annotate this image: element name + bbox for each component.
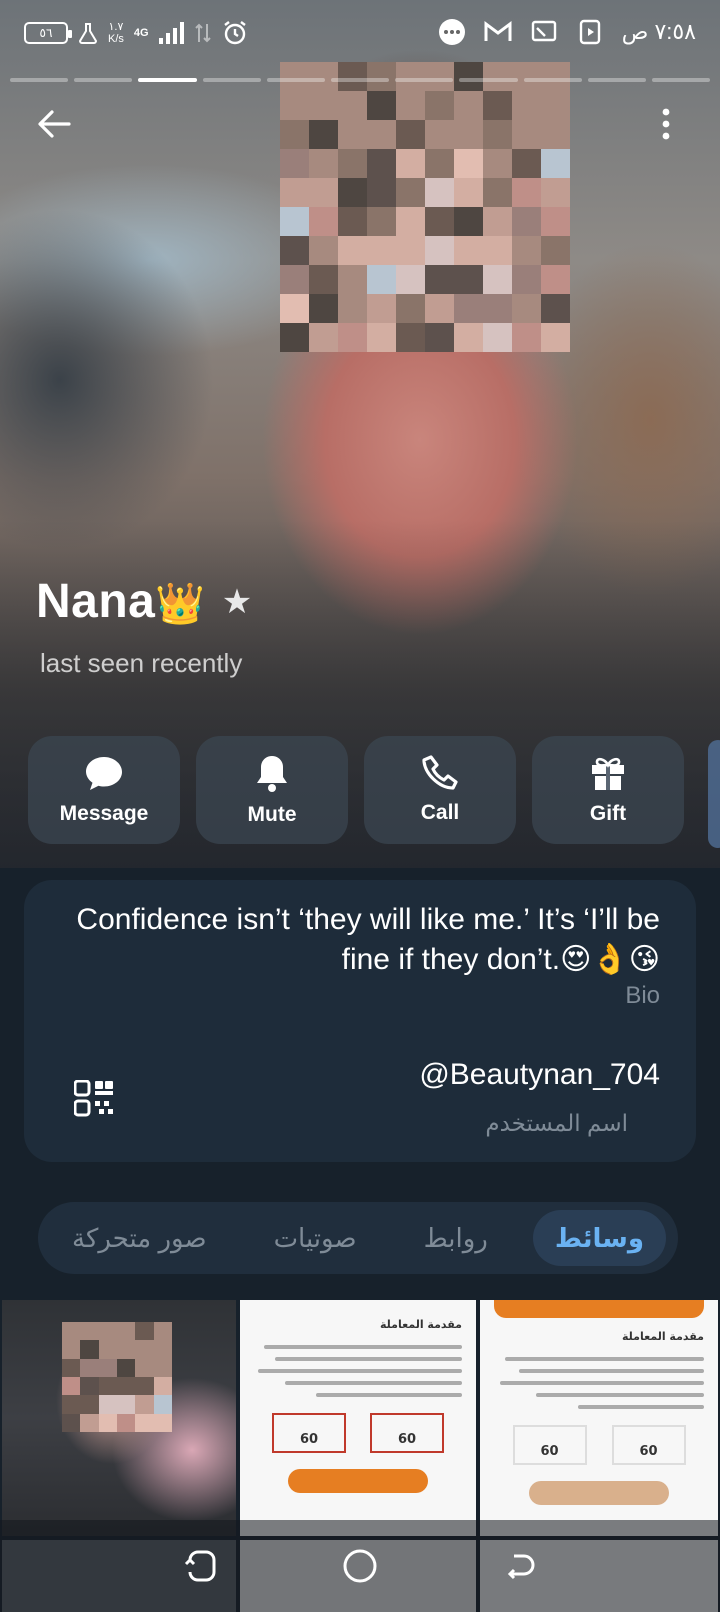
phone-icon — [422, 755, 458, 790]
last-seen-status: last seen recently — [40, 648, 243, 678]
bell-icon — [257, 756, 287, 792]
media-item-photo[interactable] — [2, 1300, 236, 1536]
tab-media[interactable]: وسائط — [532, 1210, 666, 1266]
profile-name: Nana👑 — [36, 575, 206, 628]
more-actions-peek[interactable] — [708, 740, 720, 848]
total-task-box: 60 — [370, 1413, 444, 1453]
home-button[interactable] — [340, 1546, 380, 1586]
system-nav-bar — [0, 1520, 720, 1612]
info-card: Confidence isn’t ‘they will like me.’ It… — [24, 880, 696, 1162]
action-buttons: Message Mute Call Gift — [28, 736, 684, 844]
gmail-icon — [484, 18, 512, 46]
gift-icon — [592, 757, 624, 790]
message-button[interactable]: Message — [28, 736, 180, 844]
data-arrows-icon — [194, 23, 211, 43]
media-item-document[interactable]: مقدمة المعاملة 60 60 — [480, 1300, 718, 1536]
qr-code-icon[interactable] — [74, 1080, 114, 1120]
chat-notification-icon — [438, 18, 466, 46]
flask-icon — [78, 23, 98, 44]
completed-count-box: 60 — [272, 1413, 346, 1453]
gift-button[interactable]: Gift — [532, 736, 684, 844]
username[interactable]: @Beautynan_704 — [419, 1058, 660, 1092]
username-label: اسم المستخدم — [485, 1110, 628, 1136]
bio-label: Bio — [625, 982, 660, 1009]
cast-icon — [530, 18, 558, 46]
pixelated-face — [62, 1322, 172, 1432]
network-speed: ١.٧ K/s — [108, 21, 124, 45]
completed-count-box: 60 — [512, 1425, 587, 1465]
more-vertical-icon — [662, 108, 670, 140]
profile-photo[interactable]: ٥٦ ١.٧ K/s 4G ٧:٥٨ ص Nana👑 ★ last seen re… — [0, 0, 720, 868]
bio-text: Confidence isn’t ‘they will like me.’ It… — [76, 903, 660, 976]
battery-icon: ٥٦ — [24, 22, 72, 44]
star-icon[interactable]: ★ — [222, 582, 252, 622]
home-circle-icon — [343, 1549, 377, 1583]
back-button[interactable] — [30, 104, 78, 144]
clock-time: ٧:٥٨ ص — [621, 19, 696, 44]
more-options-button[interactable] — [652, 104, 680, 144]
chat-bubble-icon — [86, 757, 122, 790]
mute-button[interactable]: Mute — [196, 736, 348, 844]
alarm-icon — [223, 21, 246, 45]
total-task-box: 60 — [611, 1425, 686, 1465]
network-type: 4G — [133, 27, 149, 39]
signal-icon — [158, 22, 184, 44]
profile-name-row: Nana👑 ★ — [36, 574, 252, 629]
recents-icon — [184, 1550, 216, 1582]
tab-voice[interactable]: صوتيات — [252, 1210, 379, 1266]
media-item-document[interactable]: مقدمة المعاملة 60 60 — [240, 1300, 476, 1536]
recents-button[interactable] — [180, 1546, 220, 1586]
pixelated-face — [280, 62, 570, 352]
back-nav-button[interactable] — [500, 1546, 540, 1586]
call-button[interactable]: Call — [364, 736, 516, 844]
arrow-left-icon — [38, 110, 71, 138]
play-store-icon — [576, 18, 604, 46]
media-tabs: وسائط روابط صوتيات صور متحركة — [38, 1202, 678, 1274]
back-nav-icon — [507, 1554, 535, 1580]
tab-gifs[interactable]: صور متحركة — [50, 1210, 229, 1266]
status-bar: ٥٦ ١.٧ K/s 4G ٧:٥٨ ص — [0, 0, 720, 70]
story-progress — [10, 78, 711, 82]
tab-links[interactable]: روابط — [402, 1210, 510, 1266]
